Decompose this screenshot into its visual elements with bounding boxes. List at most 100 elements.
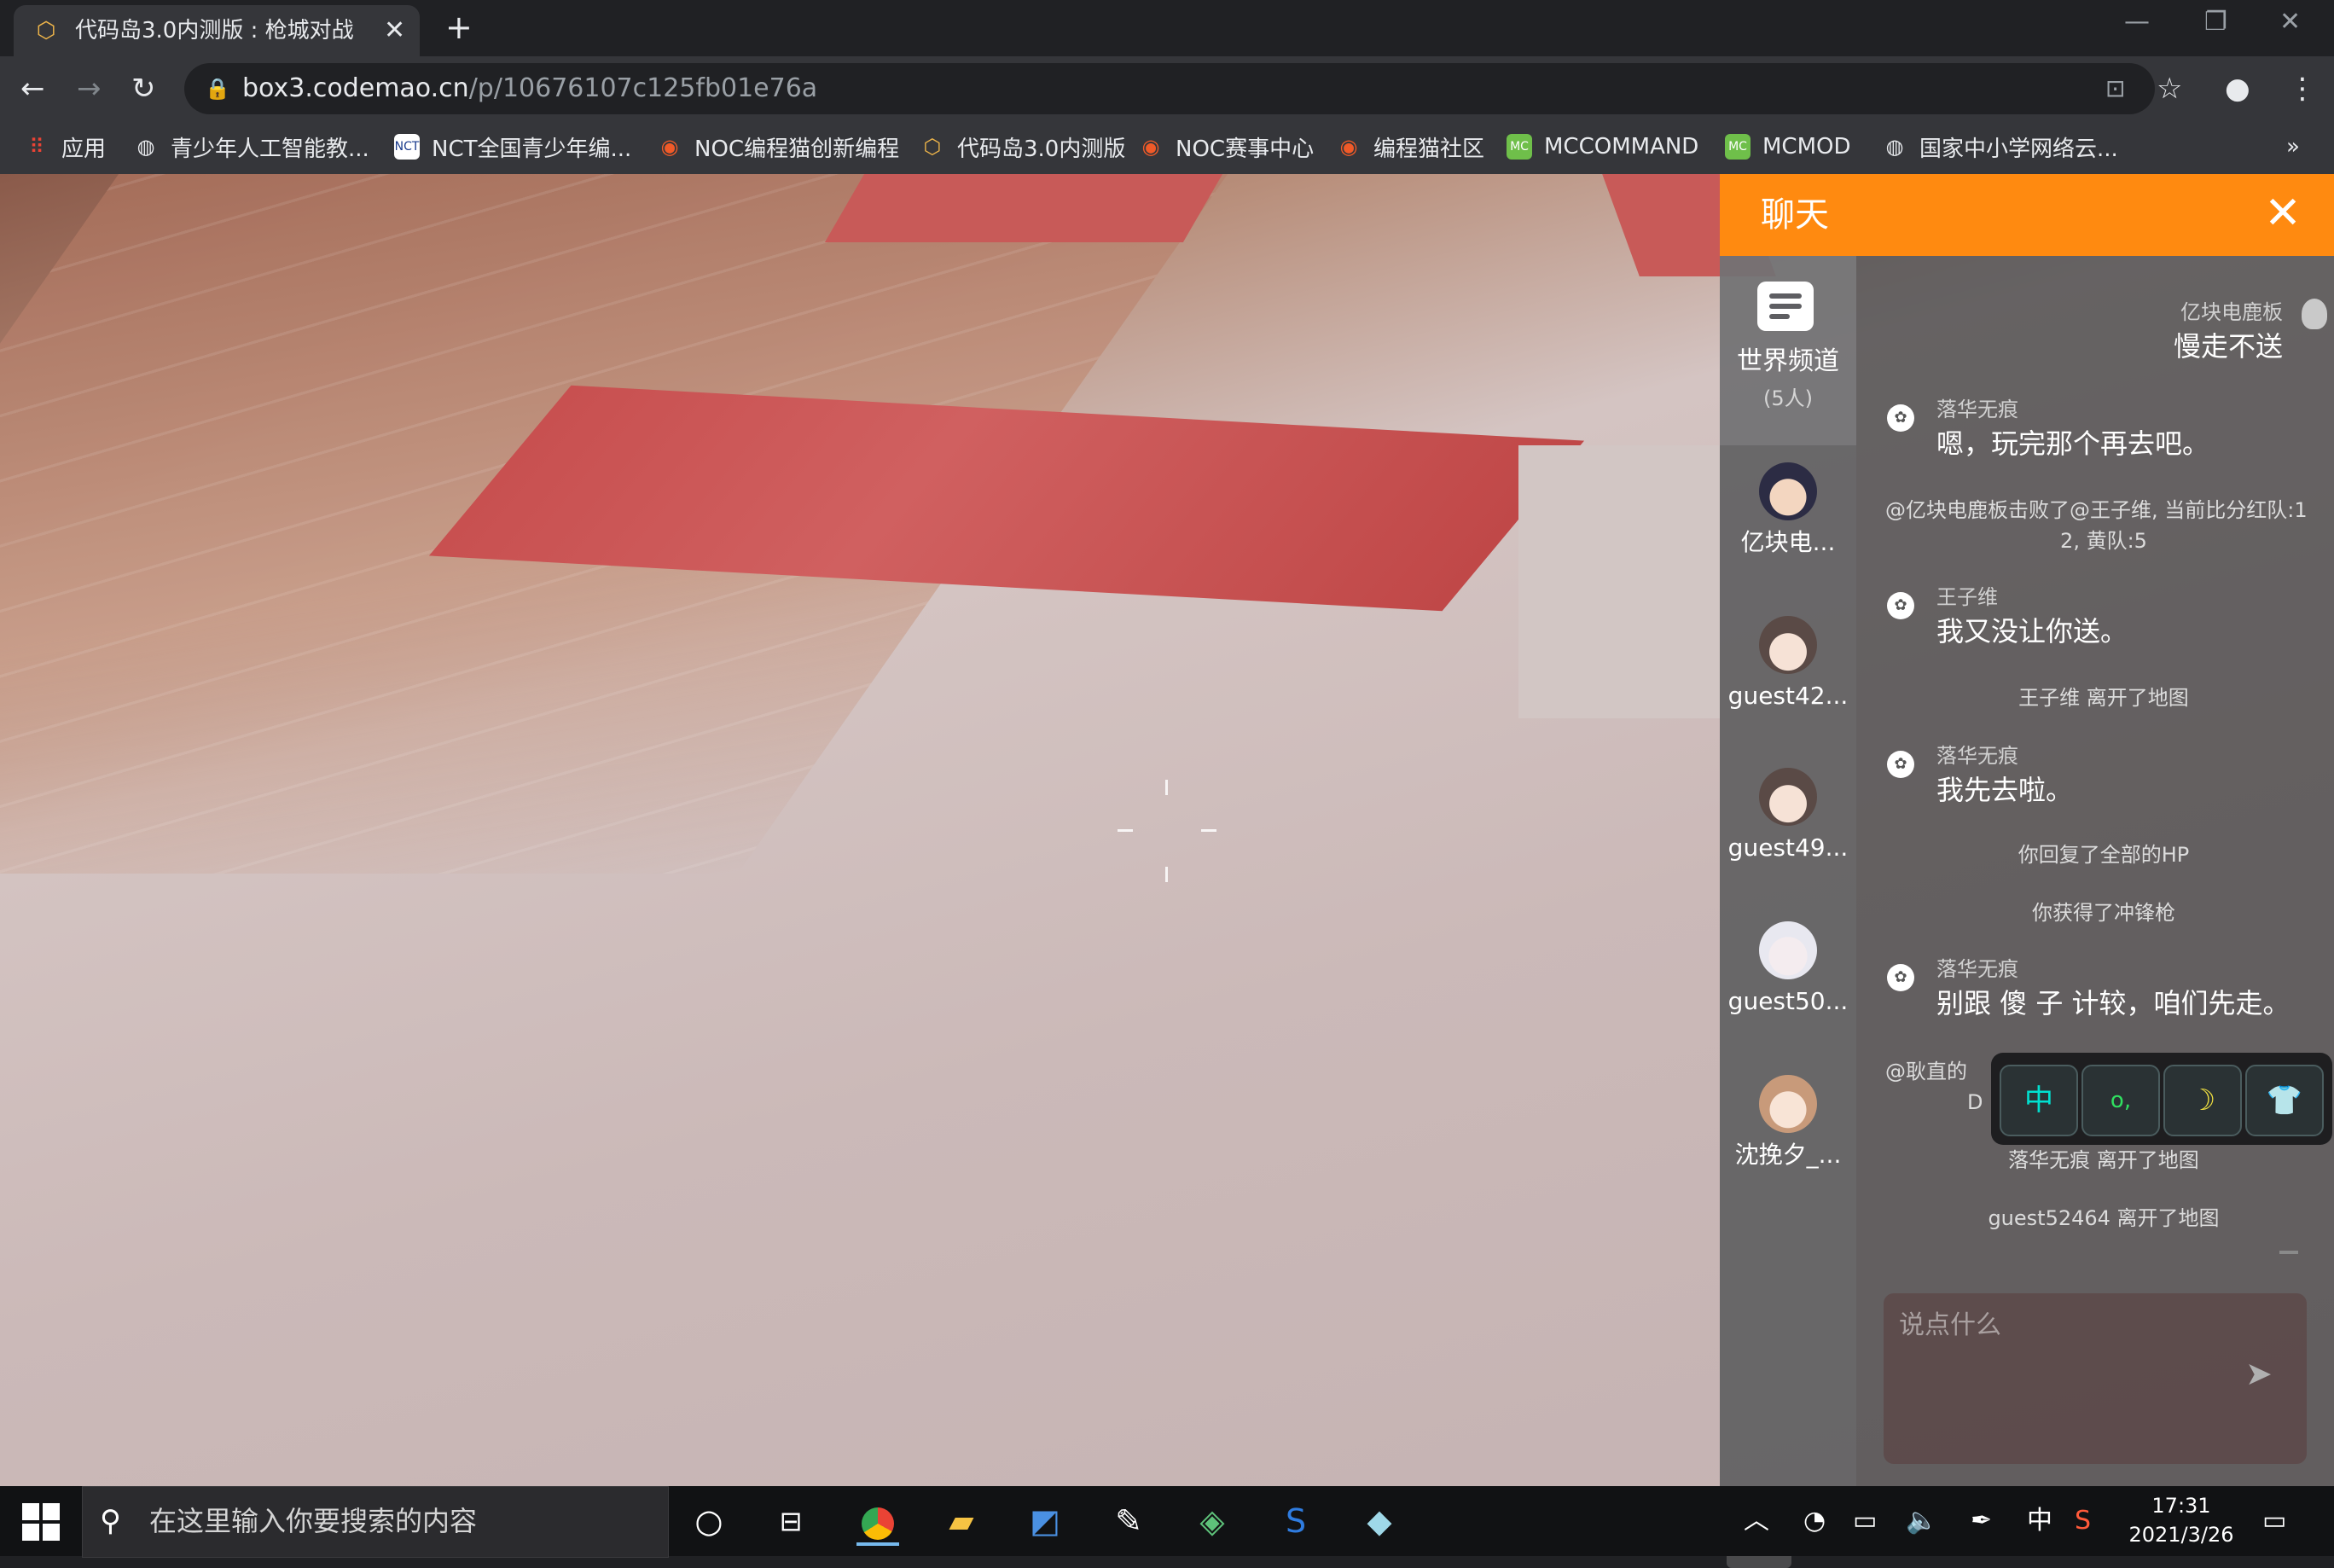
member-item[interactable]: 亿块电... xyxy=(1720,445,1856,590)
translate-icon[interactable]: ⊡ xyxy=(2105,72,2125,106)
chat-input-box[interactable]: ➤ xyxy=(1884,1293,2307,1467)
system-message: 落华无痕 离开了地图 xyxy=(2008,1148,2199,1172)
browser-tab[interactable]: ⬡ 代码岛3.0内测版 : 枪城对战 ✕ xyxy=(14,5,420,56)
restore-icon[interactable]: ❐ xyxy=(2204,5,2227,39)
emoji-bar: 中 o, ☽ 👕 xyxy=(1991,1053,2332,1145)
cortana-icon[interactable]: ○ xyxy=(688,1500,730,1542)
menu-kebab-icon[interactable]: ⋮ xyxy=(2288,70,2317,107)
url-text[interactable]: box3.codemao.cn/p/10676107c125fb01e76a xyxy=(242,72,817,106)
member-item[interactable]: guest50... xyxy=(1720,904,1856,1049)
close-icon[interactable]: ✕ xyxy=(2257,188,2308,239)
wifi-icon[interactable]: ◔ xyxy=(1803,1503,1826,1539)
lock-icon[interactable]: 🔒 xyxy=(205,73,230,104)
white-floor-block xyxy=(1518,445,1720,718)
member-item[interactable]: 沈挽夕_... xyxy=(1720,1058,1856,1203)
box3-icon: ⬡ xyxy=(923,135,942,159)
tab-title: 代码岛3.0内测版 : 枪城对战 xyxy=(75,18,354,44)
message-sender: 亿块电鹿板 xyxy=(2180,300,2283,324)
emoji-key[interactable]: o, xyxy=(2081,1065,2160,1136)
user-badge-icon xyxy=(2302,299,2327,329)
system-message: 你回复了全部的HP xyxy=(2018,843,2190,867)
avatar xyxy=(1759,462,1817,520)
system-message: guest52464 离开了地图 xyxy=(1988,1206,2220,1230)
mc-icon: MC xyxy=(1507,134,1532,160)
avatar xyxy=(1759,921,1817,979)
member-name: 亿块电... xyxy=(1740,528,1836,556)
clock-date: 2021/3/26 xyxy=(2128,1523,2234,1547)
bookmark-apps[interactable]: ⠿ 应用 xyxy=(24,130,106,164)
emoji-key[interactable]: ☽ xyxy=(2163,1065,2242,1136)
bookmark-item[interactable]: MC MCCOMMAND xyxy=(1507,130,1698,164)
bookmark-item[interactable]: MC MCMOD xyxy=(1725,130,1851,164)
battery-icon[interactable]: ▭ xyxy=(1853,1503,1877,1539)
search-placeholder: 在这里输入你要搜索的内容 xyxy=(149,1505,478,1537)
system-clock[interactable]: 17:31 2021/3/26 xyxy=(2117,1491,2245,1549)
tray-chevron-icon[interactable]: ︿ xyxy=(1744,1503,1769,1539)
emoji-key[interactable]: 中 xyxy=(2000,1065,2078,1136)
chrome-icon[interactable] xyxy=(856,1500,899,1546)
reload-icon[interactable]: ↻ xyxy=(131,72,156,106)
bookmark-item[interactable]: ◍ 青少年人工智能教... xyxy=(133,130,369,164)
address-bar[interactable]: 🔒 box3.codemao.cn/p/10676107c125fb01e76a… xyxy=(184,63,2155,114)
bookmarks-overflow[interactable]: » xyxy=(2286,130,2300,164)
user-badge-icon: ✿ xyxy=(1887,751,1914,778)
window-close-icon[interactable]: ✕ xyxy=(2279,5,2301,39)
send-arrow-icon[interactable]: ➤ xyxy=(2245,1356,2273,1391)
volume-icon[interactable]: 🔈 xyxy=(1906,1503,1937,1539)
editor-icon[interactable]: ✎ xyxy=(1107,1500,1150,1542)
minimize-icon[interactable]: — xyxy=(2124,5,2150,39)
nct-logo-icon: NCT xyxy=(394,134,420,160)
crosshair-left xyxy=(1118,829,1133,832)
crosshair-right xyxy=(1201,829,1216,832)
photos-icon[interactable]: ◩ xyxy=(1024,1500,1066,1542)
new-tab-icon[interactable]: + xyxy=(445,10,473,44)
member-name: 沈挽夕_... xyxy=(1734,1141,1842,1169)
notification-icon[interactable]: ▭ xyxy=(2262,1503,2286,1539)
channel-world[interactable]: 世界频道 (5人) xyxy=(1720,256,1856,445)
bookmark-item[interactable]: ◍ 国家中小学网络云... xyxy=(1882,130,2118,164)
game-app-icon[interactable]: ◈ xyxy=(1191,1500,1234,1542)
avatar xyxy=(1759,616,1817,674)
codemao-icon: ◉ xyxy=(660,135,679,159)
task-view-icon[interactable]: ⊟ xyxy=(769,1500,812,1542)
sogou-icon[interactable]: S xyxy=(1274,1500,1317,1542)
bookmarks-bar: ⠿ 应用 ◍ 青少年人工智能教... NCT NCT全国青少年编... ◉ NOC编程猫… xyxy=(0,121,2334,175)
message-text: 我又没让你送。 xyxy=(1936,615,2128,648)
bookmark-item[interactable]: ◉ NOC编程猫创新编程 xyxy=(657,130,900,164)
apps-grid-icon: ⠿ xyxy=(29,135,44,159)
browser-toolbar: ← → ↻ 🔒 box3.codemao.cn/p/10676107c125fb… xyxy=(0,56,2334,121)
forward-icon[interactable]: → xyxy=(77,72,102,106)
bookmark-item[interactable]: NCT NCT全国青少年编... xyxy=(394,130,631,164)
chat-input[interactable] xyxy=(1884,1293,2307,1467)
box3-favicon-icon: ⬡ xyxy=(36,18,56,44)
tab-close-icon[interactable]: ✕ xyxy=(384,17,405,44)
ime-indicator[interactable]: 中 xyxy=(2027,1503,2052,1539)
pen-icon[interactable]: ✒ xyxy=(1971,1503,1992,1539)
chat-sidebar: 世界频道 (5人) 亿块电... guest42... guest49... g… xyxy=(1720,256,1856,1568)
emoji-key[interactable]: 👕 xyxy=(2245,1065,2324,1136)
message-text: 别跟 傻 子 计较，咱们先走。 xyxy=(1936,987,2290,1019)
notes-icon[interactable]: ◆ xyxy=(1358,1500,1401,1542)
sogou-ime-icon[interactable]: S xyxy=(2075,1503,2091,1539)
globe-icon: ◍ xyxy=(136,135,155,159)
message-sender: 王子维 xyxy=(1936,585,1998,609)
member-name: guest42... xyxy=(1727,682,1849,710)
avatar xyxy=(1759,1075,1817,1133)
bookmark-item[interactable]: ⬡ 代码岛3.0内测版 xyxy=(920,130,1126,164)
bookmark-item[interactable]: ◉ 编程猫社区 xyxy=(1336,130,1485,164)
member-name: guest50... xyxy=(1727,987,1849,1015)
member-name: guest49... xyxy=(1727,833,1849,862)
profile-icon[interactable]: ● xyxy=(2225,70,2250,107)
chat-bubble-icon xyxy=(1757,282,1814,331)
back-icon[interactable]: ← xyxy=(20,72,45,106)
red-floor-block xyxy=(824,174,1223,242)
chat-scrollbar[interactable] xyxy=(2279,1251,2298,1254)
system-message: D xyxy=(1967,1090,1983,1114)
taskbar-search[interactable]: ⚲ 在这里输入你要搜索的内容 xyxy=(82,1486,669,1558)
member-item[interactable]: guest42... xyxy=(1720,599,1856,744)
member-item[interactable]: guest49... xyxy=(1720,751,1856,896)
windows-start-icon[interactable] xyxy=(22,1503,60,1541)
file-explorer-icon[interactable]: ▰ xyxy=(940,1500,983,1542)
bookmark-item[interactable]: ◉ NOC赛事中心 xyxy=(1138,130,1315,164)
bookmark-star-icon[interactable]: ☆ xyxy=(2157,70,2182,107)
